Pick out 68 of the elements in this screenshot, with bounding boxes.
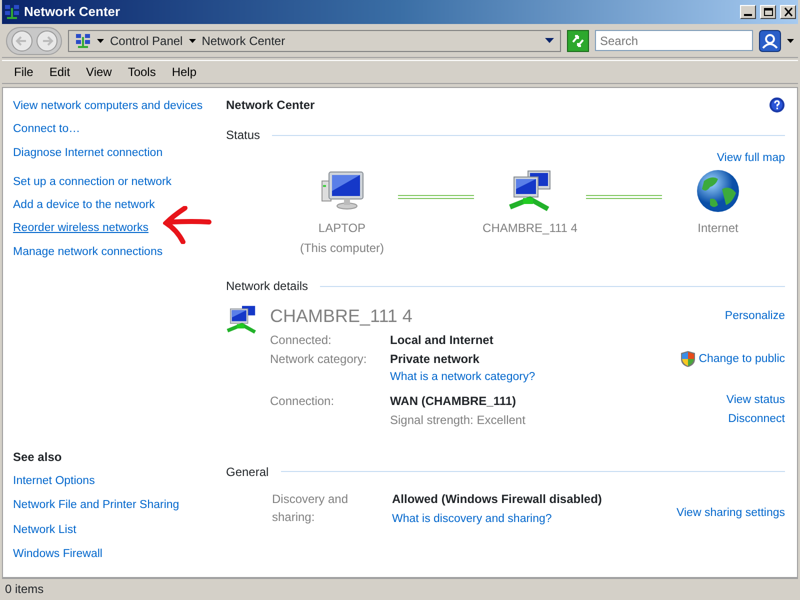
network-icon: [75, 32, 91, 48]
see-also-link[interactable]: Network List: [13, 522, 216, 539]
menu-item[interactable]: Edit: [43, 63, 76, 81]
window-title: Network Center: [24, 3, 122, 22]
search-field[interactable]: Search: [595, 30, 753, 51]
task-link[interactable]: Connect to…: [13, 121, 216, 138]
field-label: Network category:: [270, 351, 368, 368]
dropdown-arrow-icon[interactable]: [97, 38, 104, 42]
action-link[interactable]: Disconnect: [728, 410, 785, 428]
network-name: CHAMBRE_111 4: [270, 305, 414, 328]
user-icon[interactable]: [759, 30, 781, 52]
annotation-arrow: [163, 206, 213, 244]
see-also-heading: See also: [13, 449, 63, 466]
task-link[interactable]: Set up a connection or network: [13, 174, 216, 191]
task-link[interactable]: Manage network connections: [13, 244, 216, 261]
network-computers-icon: [508, 169, 552, 214]
task-link[interactable]: View network computers and devices: [13, 98, 216, 116]
task-link[interactable]: Diagnose Internet connection: [13, 144, 216, 162]
action-link[interactable]: Change to public: [698, 350, 785, 368]
help-link[interactable]: What is discovery and sharing?: [392, 510, 552, 528]
task-link[interactable]: Add a device to the network: [13, 197, 216, 214]
help-icon[interactable]: [769, 97, 785, 113]
address-field[interactable]: Control Panel Network Center: [68, 30, 561, 52]
close-icon: [782, 7, 794, 17]
field-label: Connected:: [270, 332, 332, 350]
see-also-link[interactable]: Windows Firewall: [13, 546, 216, 563]
page-title: Network Center: [226, 97, 315, 114]
field-label: Discovery and sharing:: [272, 490, 350, 526]
menu-item[interactable]: File: [8, 63, 40, 81]
minimize-icon: [744, 14, 752, 16]
action-link[interactable]: View sharing settings: [676, 504, 785, 522]
field-label: Connection:: [270, 392, 336, 410]
dropdown-arrow-icon[interactable]: [545, 38, 554, 43]
help-link[interactable]: What is a network category?: [390, 369, 680, 386]
node-label: Internet: [698, 220, 738, 238]
breadcrumb[interactable]: Network Center: [202, 32, 286, 50]
menu-item[interactable]: View: [80, 63, 118, 81]
section-heading: Status: [226, 127, 260, 144]
section-heading: General: [226, 464, 269, 480]
refresh-icon[interactable]: [567, 30, 589, 52]
maximize-icon: [762, 7, 774, 17]
node-label: CHAMBRE_111 4: [482, 220, 578, 238]
field-value: Private network: [390, 351, 480, 368]
field-value: Local and Internet: [390, 332, 494, 350]
breadcrumb[interactable]: Control Panel: [110, 32, 183, 50]
menu-item[interactable]: Help: [166, 63, 203, 81]
network-icon: [4, 4, 20, 20]
action-link[interactable]: View status: [726, 392, 785, 410]
field-value: Allowed (Windows Firewall disabled): [392, 490, 603, 508]
see-also-link[interactable]: Network File and Printer Sharing: [13, 497, 216, 514]
see-also-link[interactable]: Internet Options: [13, 473, 216, 490]
section-heading: Network details: [226, 278, 308, 296]
globe-icon: [696, 169, 740, 214]
view-full-map-link[interactable]: View full map: [716, 150, 785, 168]
task-link[interactable]: Reorder wireless networks: [13, 220, 216, 238]
node-label: LAPTOP: [318, 220, 366, 238]
network-computers-icon: [226, 303, 258, 336]
close-button[interactable]: [780, 5, 796, 19]
action-link[interactable]: Personalize: [724, 308, 785, 326]
node-label: (This computer): [300, 240, 384, 258]
dropdown-arrow-icon[interactable]: [787, 38, 794, 42]
menu-item[interactable]: Tools: [122, 63, 162, 81]
maximize-button[interactable]: [760, 5, 776, 19]
dropdown-arrow-icon[interactable]: [188, 38, 196, 42]
minimize-button[interactable]: [740, 5, 756, 19]
status-text: 0 items: [5, 580, 44, 598]
field-value: WAN (CHAMBRE_111): [390, 392, 518, 410]
signal-strength: Signal strength: Excellent: [390, 412, 526, 428]
